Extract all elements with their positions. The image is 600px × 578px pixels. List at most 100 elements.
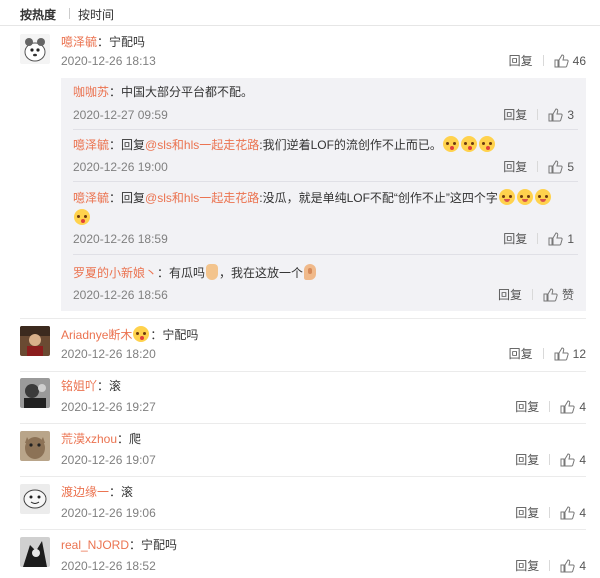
thumbs-up-icon[interactable] <box>543 288 558 306</box>
reply-button[interactable]: 回复 <box>503 107 527 123</box>
comment-timestamp: 2020-12-26 18:52 <box>61 559 156 573</box>
thumbs-up-icon[interactable] <box>560 559 575 577</box>
comment-actions: 回复 46 <box>509 53 586 69</box>
reply-text: :我们逆着LOF的流创作不止而已。 <box>259 138 442 152</box>
hand-emoji-icon <box>206 264 219 280</box>
like-count: 3 <box>567 108 574 122</box>
face-emoji-icon <box>133 326 150 342</box>
reply-button[interactable]: 回复 <box>509 346 533 362</box>
face-emoji-icon <box>74 209 90 225</box>
reply-username[interactable]: 噫泽毓 <box>73 138 109 152</box>
reply-divider <box>73 181 578 182</box>
thumbs-up-icon[interactable] <box>548 108 563 126</box>
reply-text: 中国大部分平台都不配。 <box>121 85 254 99</box>
comment-timestamp: 2020-12-26 19:27 <box>61 400 156 414</box>
reply-text: :没瓜，就是单纯LOF不配“创作不止”这四个字 <box>259 191 498 205</box>
comment-item: Ariadnye断木 ：宁配吗 2020-12-26 18:20 回复 12 <box>0 326 600 371</box>
comment-username[interactable]: 铭姐吖 <box>61 379 97 393</box>
avatar[interactable] <box>20 484 50 514</box>
like-count: 4 <box>579 400 586 414</box>
thumbs-up-icon[interactable] <box>560 400 575 418</box>
comment-text: 滚 <box>121 485 134 499</box>
comment-timestamp: 2020-12-26 18:20 <box>61 347 156 361</box>
reply-timestamp: 2020-12-26 19:00 <box>73 160 168 174</box>
mention-link[interactable]: @sls和hls一起走花路 <box>145 191 259 205</box>
reply-button[interactable]: 回复 <box>515 558 539 574</box>
comment-timestamp: 2020-12-26 18:13 <box>61 54 156 68</box>
comment-username[interactable]: real_NJORD <box>61 538 129 552</box>
comment-divider <box>20 529 586 530</box>
reply-timestamp: 2020-12-27 09:59 <box>73 108 168 122</box>
thumbs-up-icon[interactable] <box>548 160 563 178</box>
face-emoji-icon <box>478 136 495 152</box>
comment-text: 宁配吗 <box>162 328 199 342</box>
comment-timestamp: 2020-12-26 19:07 <box>61 453 156 467</box>
comment-colon: ： <box>97 35 110 49</box>
comment-username[interactable]: 荒漠xzhou <box>61 432 117 446</box>
avatar[interactable] <box>20 431 50 461</box>
comment-divider <box>20 371 586 372</box>
reply-button[interactable]: 回复 <box>498 287 522 303</box>
reply-divider <box>73 129 578 130</box>
comment-divider <box>20 476 586 477</box>
like-count: 4 <box>579 559 586 573</box>
like-count: 46 <box>572 54 586 68</box>
thumbs-up-icon[interactable] <box>554 347 569 365</box>
avatar[interactable] <box>20 378 50 408</box>
comment-text: 宁配吗 <box>109 35 146 49</box>
reply-item: 噫泽毓：回复@sls和hls一起走花路:我们逆着LOF的流创作不止而已。 202… <box>73 136 578 182</box>
comment-username[interactable]: 噫泽毓 <box>61 35 97 49</box>
like-count: 4 <box>579 453 586 467</box>
like-label: 赞 <box>561 288 574 302</box>
reply-item: 噫泽毓：回复@sls和hls一起走花路:没瓜，就是单纯LOF不配“创作不止”这四… <box>73 189 578 255</box>
thumbs-up-icon[interactable] <box>560 506 575 524</box>
reply-item: 罗夏的小新娘丶：有瓜吗 ，我在这放一个 2020-12-26 18:56 回复赞 <box>73 264 578 306</box>
thumbs-up-icon[interactable] <box>560 453 575 471</box>
reply-item: 咖咖苏：中国大部分平台都不配。 2020-12-27 09:59 回复 3 <box>73 84 578 130</box>
reply-button[interactable]: 回复 <box>509 53 533 69</box>
avatar[interactable] <box>20 34 50 64</box>
comment-item: 铭姐吖：滚 2020-12-26 19:27 回复 4 <box>0 378 600 423</box>
comment-username[interactable]: 渡边缘一 <box>61 485 109 499</box>
thumbs-up-icon[interactable] <box>548 232 563 250</box>
comment-text: 爬 <box>129 432 142 446</box>
reply-button[interactable]: 回复 <box>503 231 527 247</box>
comment-username[interactable]: Ariadnye断木 <box>61 328 132 342</box>
like-count: 4 <box>579 506 586 520</box>
comment-timestamp: 2020-12-26 19:06 <box>61 506 156 520</box>
face-emoji-icon <box>460 136 477 152</box>
reply-username[interactable]: 噫泽毓 <box>73 191 109 205</box>
reply-username[interactable]: 罗夏的小新娘丶 <box>73 266 157 280</box>
reply-button[interactable]: 回复 <box>515 399 539 415</box>
reply-timestamp: 2020-12-26 18:56 <box>73 288 168 302</box>
reply-button[interactable]: 回复 <box>503 159 527 175</box>
like-count: 12 <box>572 347 586 361</box>
face-emoji-icon <box>516 189 533 205</box>
replies-box: 咖咖苏：中国大部分平台都不配。 2020-12-27 09:59 回复 3 噫泽毓… <box>61 78 586 311</box>
thumbs-up-icon[interactable] <box>554 54 569 72</box>
mention-link[interactable]: @sls和hls一起走花路 <box>145 138 259 152</box>
avatar[interactable] <box>20 326 50 356</box>
ear-emoji-icon <box>304 264 317 280</box>
reply-button[interactable]: 回复 <box>515 505 539 521</box>
sort-by-hot-tab[interactable]: 按热度 <box>20 6 56 23</box>
comment-divider <box>20 318 586 319</box>
reply-username[interactable]: 咖咖苏 <box>73 85 109 99</box>
reply-divider <box>73 254 578 255</box>
face-emoji-icon <box>534 189 551 205</box>
face-emoji-icon <box>498 189 515 205</box>
sort-bar: 按热度 按时间 <box>0 0 600 26</box>
face-emoji-icon <box>442 136 459 152</box>
sort-by-time-tab[interactable]: 按时间 <box>78 6 114 23</box>
avatar[interactable] <box>20 537 50 567</box>
like-count: 1 <box>567 232 574 246</box>
comment-divider <box>20 423 586 424</box>
reply-timestamp: 2020-12-26 18:59 <box>73 232 168 246</box>
comment-item: 荒漠xzhou：爬 2020-12-26 19:07 回复 4 <box>0 431 600 476</box>
comment-text: 宁配吗 <box>141 538 178 552</box>
sort-divider <box>69 8 70 19</box>
comment-item: 渡边缘一：滚 2020-12-26 19:06 回复 4 <box>0 484 600 529</box>
reply-button[interactable]: 回复 <box>515 452 539 468</box>
reply-text: 有瓜吗 <box>169 266 206 280</box>
comment-item: real_NJORD：宁配吗 2020-12-26 18:52 回复 4 <box>0 537 600 578</box>
